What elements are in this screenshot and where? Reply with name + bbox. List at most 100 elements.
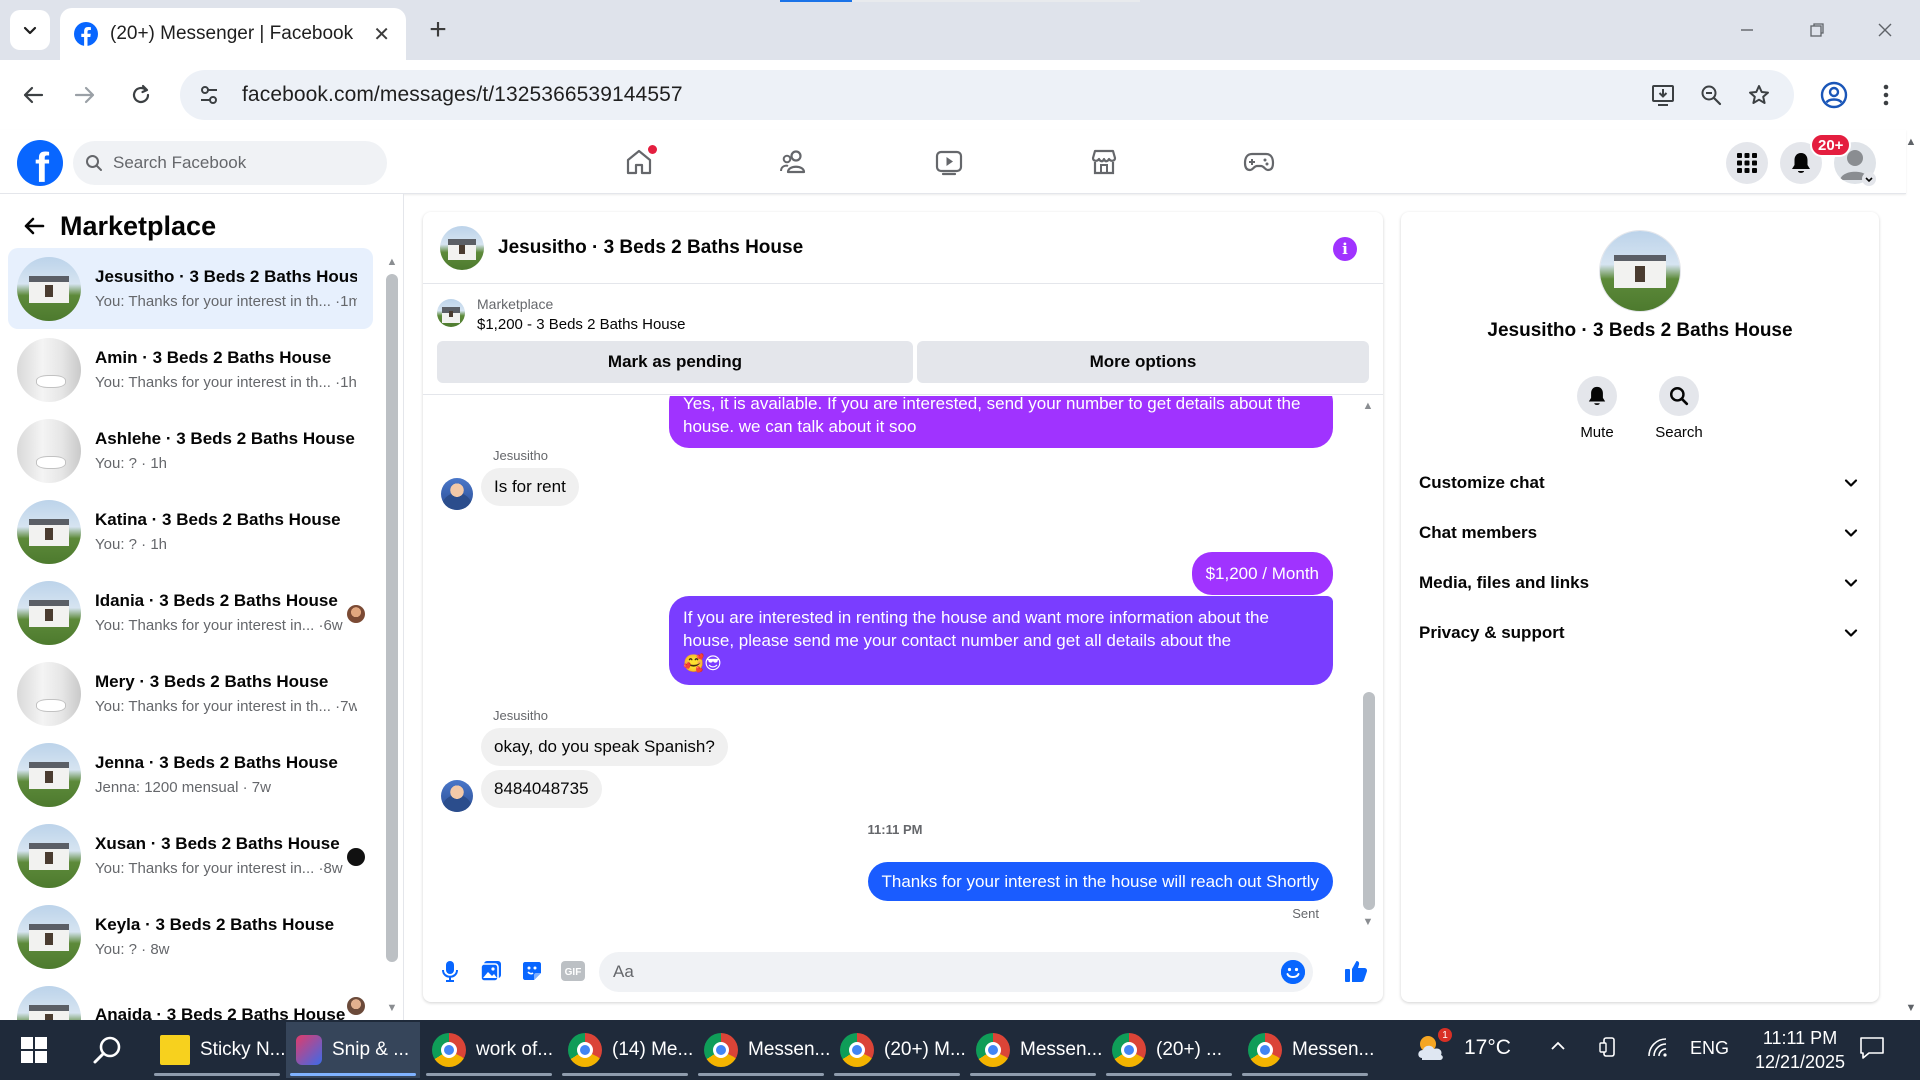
conversation-item[interactable]: Ashlehe · 3 Beds 2 Baths House You: ? · 1… (8, 410, 373, 491)
listing-thumbnail[interactable] (437, 299, 465, 327)
scroll-down-arrow[interactable]: ▼ (385, 1002, 399, 1014)
conversation-item[interactable]: Katina · 3 Beds 2 Baths House You: ? · 1h (8, 491, 373, 572)
menu-button[interactable] (1726, 142, 1768, 184)
customize-chat-section[interactable]: Customize chat (1417, 460, 1863, 506)
taskbar-app-chrome[interactable]: Messen... (966, 1022, 1102, 1078)
chat-scroll-up-arrow[interactable]: ▲ (1361, 400, 1375, 412)
sidebar-scrollbar[interactable] (386, 274, 398, 962)
back-button[interactable] (12, 74, 54, 116)
marketplace-icon (1091, 149, 1117, 175)
bookmark-button[interactable] (1743, 79, 1775, 111)
weather-widget[interactable]: 1 17°C (1414, 1028, 1511, 1066)
zoom-button[interactable] (1695, 79, 1727, 111)
mute-button[interactable] (1577, 376, 1617, 416)
attach-photo-button[interactable] (476, 956, 506, 986)
chrome-icon (840, 1033, 874, 1067)
sender-avatar[interactable] (441, 478, 473, 510)
taskbar-app-chrome[interactable]: (20+) M... (830, 1022, 966, 1078)
taskbar-app-chrome[interactable]: Messen... (694, 1022, 830, 1078)
nav-video[interactable] (894, 136, 1004, 188)
conversation-item[interactable]: Xusan · 3 Beds 2 Baths House You: Thanks … (8, 815, 373, 896)
taskbar-search-button[interactable] (88, 1032, 128, 1068)
conversation-item[interactable]: Jesusitho · 3 Beds 2 Baths House You: Tha… (8, 248, 373, 329)
chat-members-section[interactable]: Chat members (1417, 510, 1863, 556)
outgoing-message[interactable]: Thanks for your interest in the house wi… (867, 862, 1333, 901)
mark-as-pending-button[interactable]: Mark as pending (437, 341, 913, 383)
nav-friends[interactable] (739, 136, 849, 188)
facebook-search-input[interactable] (113, 153, 363, 173)
search-action[interactable]: Search (1649, 376, 1709, 441)
message-sender: Jesusitho (493, 708, 548, 723)
page-scroll-up-arrow[interactable]: ▲ (1904, 136, 1918, 148)
sticker-button[interactable] (517, 956, 547, 986)
address-bar[interactable]: facebook.com/messages/t/1325366539144557 (180, 70, 1794, 120)
conversation-item[interactable]: Jenna · 3 Beds 2 Baths House Jenna: 1200 … (8, 734, 373, 815)
taskbar-app-chrome[interactable]: Messen... (1238, 1022, 1374, 1078)
nav-gaming[interactable] (1204, 136, 1314, 188)
window-restore-button[interactable] (1794, 10, 1840, 50)
tab-list-button[interactable] (10, 10, 50, 50)
site-info-icon[interactable] (198, 84, 220, 106)
incoming-message[interactable]: okay, do you speak Spanish? (481, 728, 728, 766)
sender-avatar[interactable] (441, 780, 473, 812)
tab-close-button[interactable]: ✕ (373, 22, 390, 47)
conversation-item[interactable]: Idania · 3 Beds 2 Baths House You: Thanks… (8, 572, 373, 653)
taskbar-app-chrome[interactable]: work of... (422, 1022, 556, 1078)
browser-tab-messenger[interactable]: (20+) Messenger | Facebook ✕ (60, 8, 406, 60)
listing-title[interactable]: $1,200 - 3 Beds 2 Baths House (477, 316, 685, 333)
taskbar-app-sticky-notes[interactable]: Sticky N... (150, 1022, 286, 1078)
voice-clip-button[interactable] (435, 956, 465, 986)
taskbar-app-chrome[interactable]: (14) Me... (558, 1022, 693, 1078)
gif-button[interactable]: GIF (558, 956, 588, 986)
nav-marketplace[interactable] (1049, 136, 1159, 188)
taskbar-clock[interactable]: 11:11 PM 12/21/2025 (1740, 1026, 1860, 1074)
forward-button[interactable] (64, 74, 106, 116)
notification-center-button[interactable] (1858, 1034, 1886, 1067)
chat-scrollbar[interactable] (1363, 692, 1375, 910)
show-hidden-icons-button[interactable] (1548, 1036, 1568, 1061)
send-like-button[interactable] (1341, 956, 1371, 986)
back-arrow-icon[interactable] (22, 214, 46, 238)
nav-home[interactable] (584, 136, 694, 188)
privacy-support-section[interactable]: Privacy & support (1417, 610, 1863, 656)
conversation-item[interactable]: Anaida · 3 Beds 2 Baths House (8, 977, 373, 1020)
start-button[interactable] (14, 1034, 54, 1066)
new-tab-button[interactable]: + (420, 12, 456, 48)
message-input[interactable] (613, 962, 1233, 982)
incoming-message[interactable]: Is for rent (481, 468, 579, 506)
message-input-field[interactable] (599, 952, 1313, 992)
facebook-search[interactable] (73, 141, 387, 185)
browser-menu-button[interactable] (1868, 74, 1904, 116)
page-scroll-down-arrow[interactable]: ▼ (1904, 1002, 1918, 1014)
emoji-button[interactable] (1281, 960, 1305, 984)
window-minimize-button[interactable] (1724, 10, 1770, 50)
conversation-info-button[interactable]: i (1333, 237, 1357, 261)
media-files-links-section[interactable]: Media, files and links (1417, 560, 1863, 606)
window-close-button[interactable] (1862, 10, 1908, 50)
browser-profile-button[interactable] (1813, 74, 1855, 116)
chat-scroll-down-arrow[interactable]: ▼ (1361, 916, 1375, 928)
conversation-item[interactable]: Keyla · 3 Beds 2 Baths House You: ? · 8w (8, 896, 373, 977)
chat-header-avatar[interactable] (440, 225, 484, 270)
facebook-logo[interactable]: f (17, 140, 63, 186)
scroll-up-arrow[interactable]: ▲ (385, 256, 399, 268)
outgoing-message[interactable]: $1,200 / Month (1191, 552, 1333, 595)
input-language[interactable]: ENG (1690, 1038, 1729, 1059)
details-avatar[interactable] (1599, 230, 1681, 312)
more-options-button[interactable]: More options (917, 341, 1369, 383)
mute-action[interactable]: Mute (1567, 376, 1627, 441)
tray-device-icon-button[interactable] (1598, 1036, 1620, 1063)
outgoing-message[interactable]: Yes, it is available. If you are interes… (669, 396, 1333, 448)
outgoing-message[interactable]: If you are interested in renting the hou… (669, 596, 1333, 685)
taskbar-app-snipping-tool[interactable]: Snip & ... (286, 1022, 420, 1078)
install-app-button[interactable] (1647, 79, 1679, 111)
taskbar-app-chrome[interactable]: (20+) ... (1102, 1022, 1236, 1078)
reload-button[interactable] (120, 74, 162, 116)
network-button[interactable] (1646, 1036, 1670, 1063)
running-indicator (970, 1073, 1096, 1076)
conversation-item[interactable]: Mery · 3 Beds 2 Baths House You: Thanks f… (8, 653, 373, 734)
chat-title[interactable]: Jesusitho · 3 Beds 2 Baths House (498, 237, 803, 259)
conversation-item[interactable]: Amin · 3 Beds 2 Baths House You: Thanks f… (8, 329, 373, 410)
search-in-conversation-button[interactable] (1659, 376, 1699, 416)
incoming-message[interactable]: 8484048735 (481, 770, 602, 808)
